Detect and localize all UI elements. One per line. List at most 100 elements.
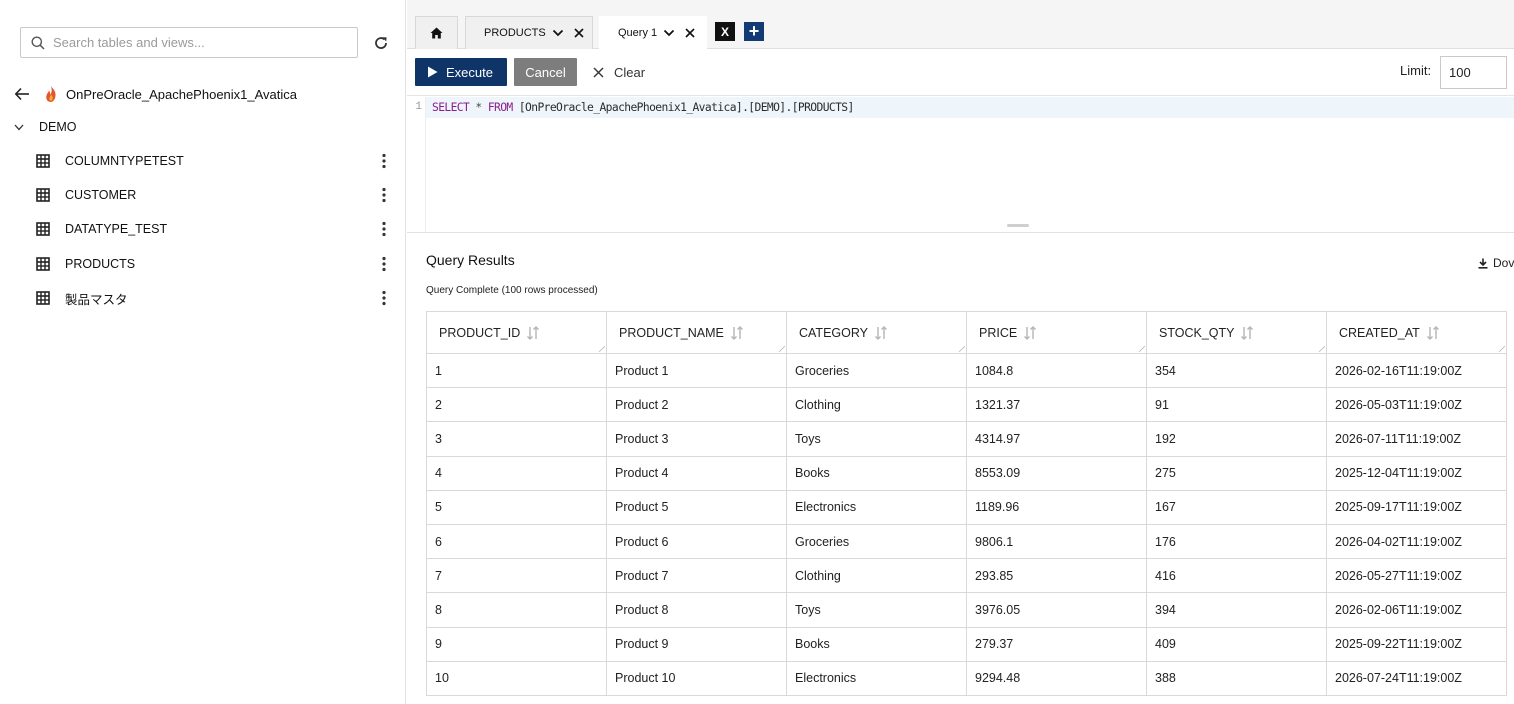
column-header[interactable]: PRICE — [966, 311, 1147, 354]
resize-grip-icon[interactable] — [779, 346, 785, 352]
table-row[interactable]: 10 Product 10 Electronics 9294.48 388 2026-07… — [426, 660, 1507, 696]
table-cell[interactable]: Clothing — [786, 558, 967, 594]
table-row[interactable]: 3 Product 3 Toys 4314.97 192 2026-07-11T11:19… — [426, 421, 1507, 457]
table-cell[interactable]: 388 — [1146, 660, 1327, 696]
table-cell[interactable]: Product 9 — [606, 626, 787, 662]
table-cell[interactable]: 3 — [426, 421, 607, 457]
table-row[interactable]: 7 Product 7 Clothing 293.85 416 2026-05-27T11… — [426, 558, 1507, 594]
kebab-menu-icon[interactable] — [380, 153, 388, 169]
table-cell[interactable]: 4314.97 — [966, 421, 1147, 457]
resize-grip-icon[interactable] — [1499, 346, 1505, 352]
table-cell[interactable]: 1189.96 — [966, 489, 1147, 525]
table-row[interactable]: 5 Product 5 Electronics 1189.96 167 2025-09-1… — [426, 489, 1507, 525]
table-cell[interactable]: 5 — [426, 489, 607, 525]
table-cell[interactable]: Product 4 — [606, 455, 787, 491]
table-cell[interactable]: 167 — [1146, 489, 1327, 525]
table-cell[interactable]: 279.37 — [966, 626, 1147, 662]
table-cell[interactable]: 1321.37 — [966, 387, 1147, 423]
table-cell[interactable]: 275 — [1146, 455, 1327, 491]
table-cell[interactable]: 3976.05 — [966, 592, 1147, 628]
kebab-menu-icon[interactable] — [380, 290, 388, 306]
tree-item-datatype-test[interactable]: DATATYPE_TEST — [36, 216, 396, 242]
table-cell[interactable]: 2026-07-11T11:19:00Z — [1326, 421, 1507, 457]
sort-icon[interactable] — [874, 325, 888, 340]
column-header[interactable]: CREATED_AT — [1326, 311, 1507, 354]
table-cell[interactable]: Books — [786, 626, 967, 662]
table-row[interactable]: 2 Product 2 Clothing 1321.37 91 2026-05-03T11… — [426, 387, 1507, 423]
table-cell[interactable]: 9 — [426, 626, 607, 662]
refresh-button[interactable] — [370, 32, 392, 54]
tree-item-products[interactable]: PRODUCTS — [36, 251, 396, 277]
table-cell[interactable]: Electronics — [786, 489, 967, 525]
sort-icon[interactable] — [1240, 325, 1254, 340]
table-cell[interactable]: Product 5 — [606, 489, 787, 525]
resize-grip-icon[interactable] — [1319, 346, 1325, 352]
close-icon[interactable] — [684, 27, 696, 39]
table-cell[interactable]: 9294.48 — [966, 660, 1147, 696]
tab-query-1[interactable]: Query 1 — [599, 16, 707, 49]
sql-editor[interactable]: 1 SELECT * FROM [OnPreOracle_ApachePhoen… — [407, 97, 1514, 233]
sort-icon[interactable] — [1426, 325, 1440, 340]
table-cell[interactable]: 7 — [426, 558, 607, 594]
table-row[interactable]: 9 Product 9 Books 279.37 409 2025-09-22T11:19… — [426, 626, 1507, 662]
column-header[interactable]: CATEGORY — [786, 311, 967, 354]
table-cell[interactable]: Product 6 — [606, 523, 787, 560]
table-cell[interactable]: 2 — [426, 387, 607, 423]
table-cell[interactable]: 10 — [426, 660, 607, 696]
table-cell[interactable]: 2026-04-02T11:19:00Z — [1326, 523, 1507, 560]
table-cell[interactable]: Product 2 — [606, 387, 787, 423]
table-cell[interactable]: Product 1 — [606, 352, 787, 389]
table-cell[interactable]: Product 3 — [606, 421, 787, 457]
table-cell[interactable]: 2026-05-27T11:19:00Z — [1326, 558, 1507, 594]
editor-resize-handle[interactable] — [1007, 224, 1029, 227]
tree-schema-demo[interactable]: DEMO — [12, 116, 77, 138]
resize-grip-icon[interactable] — [599, 346, 605, 352]
sort-icon[interactable] — [526, 325, 540, 340]
table-cell[interactable]: 2026-02-06T11:19:00Z — [1326, 592, 1507, 628]
kebab-menu-icon[interactable] — [380, 256, 388, 272]
table-cell[interactable]: Clothing — [786, 387, 967, 423]
table-cell[interactable]: 416 — [1146, 558, 1327, 594]
table-cell[interactable]: 2025-09-22T11:19:00Z — [1326, 626, 1507, 662]
table-cell[interactable]: 394 — [1146, 592, 1327, 628]
table-cell[interactable]: 4 — [426, 455, 607, 491]
table-cell[interactable]: Toys — [786, 421, 967, 457]
resize-grip-icon[interactable] — [1139, 346, 1145, 352]
column-header[interactable]: PRODUCT_ID — [426, 311, 607, 354]
sort-icon[interactable] — [730, 325, 744, 340]
back-button[interactable] — [12, 84, 32, 104]
sort-icon[interactable] — [1023, 325, 1037, 340]
cancel-button[interactable]: Cancel — [514, 58, 577, 86]
table-cell[interactable]: 91 — [1146, 387, 1327, 423]
table-row[interactable]: 6 Product 6 Groceries 9806.1 176 2026-04-02T1… — [426, 523, 1507, 560]
table-row[interactable]: 8 Product 8 Toys 3976.05 394 2026-02-06T11:19… — [426, 592, 1507, 628]
table-cell[interactable]: 8553.09 — [966, 455, 1147, 491]
table-cell[interactable]: 9806.1 — [966, 523, 1147, 560]
table-cell[interactable]: 409 — [1146, 626, 1327, 662]
chevron-down-icon[interactable] — [663, 27, 675, 39]
table-cell[interactable]: 2026-05-03T11:19:00Z — [1326, 387, 1507, 423]
kebab-menu-icon[interactable] — [380, 187, 388, 203]
column-header[interactable]: PRODUCT_NAME — [606, 311, 787, 354]
table-cell[interactable]: Groceries — [786, 523, 967, 560]
search-box[interactable] — [20, 27, 358, 58]
table-cell[interactable]: 1084.8 — [966, 352, 1147, 389]
table-cell[interactable]: 6 — [426, 523, 607, 560]
tree-item-columntypetest[interactable]: COLUMNTYPETEST — [36, 148, 396, 174]
table-cell[interactable]: Groceries — [786, 352, 967, 389]
table-cell[interactable]: Product 8 — [606, 592, 787, 628]
table-cell[interactable]: 2026-07-24T11:19:00Z — [1326, 660, 1507, 696]
tab-home[interactable] — [415, 16, 458, 49]
table-cell[interactable]: 2026-02-16T11:19:00Z — [1326, 352, 1507, 389]
chevron-down-icon[interactable] — [552, 27, 564, 39]
sql-code[interactable]: SELECT * FROM [OnPreOracle_ApachePhoenix… — [432, 101, 854, 114]
close-icon[interactable] — [573, 27, 585, 39]
table-cell[interactable]: Toys — [786, 592, 967, 628]
column-header[interactable]: STOCK_QTY — [1146, 311, 1327, 354]
execute-button[interactable]: Execute — [415, 58, 507, 86]
table-cell[interactable]: 176 — [1146, 523, 1327, 560]
tree-item-product-master[interactable]: 製品マスタ — [36, 285, 396, 311]
resize-grip-icon[interactable] — [959, 346, 965, 352]
table-cell[interactable]: 2025-12-04T11:19:00Z — [1326, 455, 1507, 491]
limit-input[interactable] — [1440, 56, 1507, 89]
